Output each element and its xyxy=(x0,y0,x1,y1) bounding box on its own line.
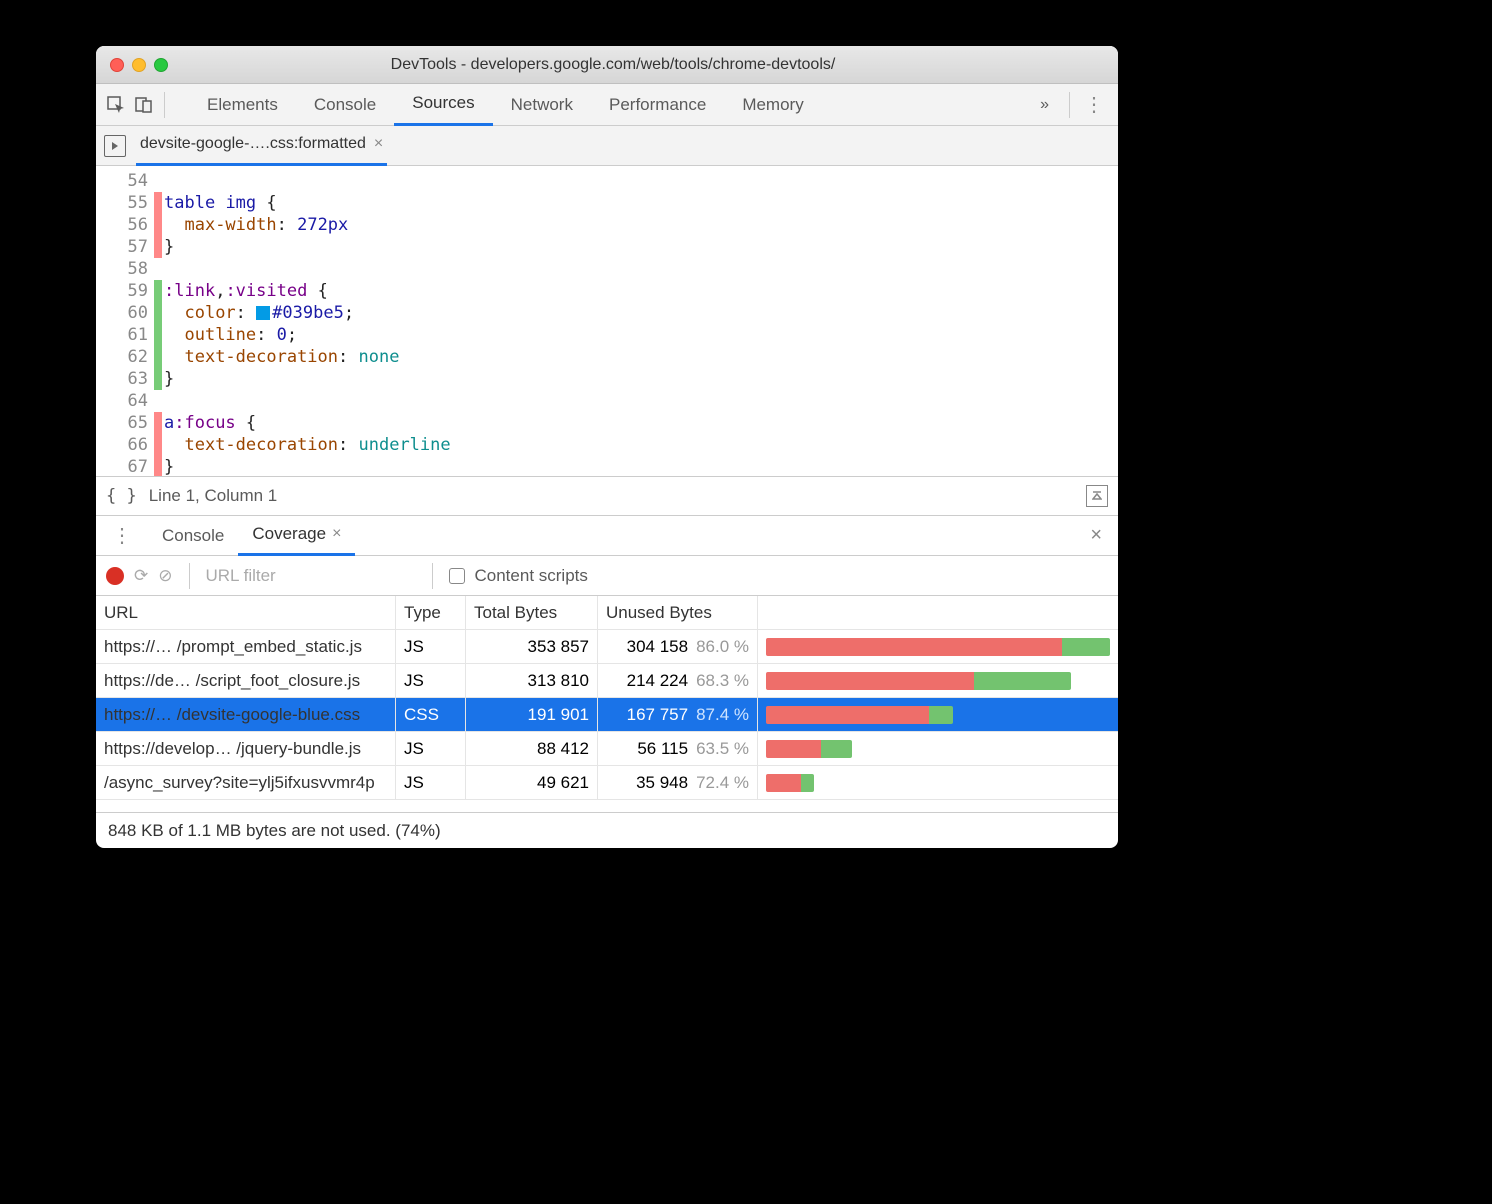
reload-icon[interactable]: ⟳ xyxy=(134,566,148,586)
close-drawer-icon[interactable]: × xyxy=(1080,524,1112,547)
tab-elements[interactable]: Elements xyxy=(189,84,296,126)
source-code[interactable]: table img { max-width: 272px} :link,:vis… xyxy=(162,166,1118,476)
cell-bar xyxy=(758,664,1118,697)
cell-type: JS xyxy=(396,766,466,799)
source-editor[interactable]: 545556575859606162636465666768 table img… xyxy=(96,166,1118,476)
window-controls xyxy=(96,58,168,72)
separator xyxy=(189,563,190,589)
more-panels-icon[interactable]: » xyxy=(1026,96,1063,114)
record-button[interactable] xyxy=(106,567,124,585)
close-tab-icon[interactable]: × xyxy=(374,135,383,153)
cell-unused: 214 22468.3 % xyxy=(598,664,758,697)
content-scripts-checkbox[interactable] xyxy=(449,568,465,584)
navigator-toggle-icon[interactable] xyxy=(104,135,126,157)
zoom-window-button[interactable] xyxy=(154,58,168,72)
content-scripts-label: Content scripts xyxy=(475,566,588,586)
cell-bar xyxy=(758,732,1118,765)
coverage-toolbar: ⟳ ⊘ URL filter Content scripts xyxy=(96,556,1118,596)
col-type[interactable]: Type xyxy=(396,596,466,629)
tab-console[interactable]: Console xyxy=(296,84,394,126)
minimize-window-button[interactable] xyxy=(132,58,146,72)
table-header: URL Type Total Bytes Unused Bytes xyxy=(96,596,1118,630)
cell-type: JS xyxy=(396,664,466,697)
device-toolbar-icon[interactable] xyxy=(130,96,158,114)
cell-url: https://… /prompt_embed_static.js xyxy=(96,630,396,663)
drawer-tab-console[interactable]: Console xyxy=(148,516,238,556)
tab-sources[interactable]: Sources xyxy=(394,84,492,126)
cell-bar xyxy=(758,630,1118,663)
main-toolbar: ElementsConsoleSourcesNetworkPerformance… xyxy=(96,84,1118,126)
cell-url: https://… /devsite-google-blue.css xyxy=(96,698,396,731)
cell-url: https://de… /script_foot_closure.js xyxy=(96,664,396,697)
table-row[interactable]: https://… /prompt_embed_static.jsJS353 8… xyxy=(96,630,1118,664)
settings-menu-icon[interactable]: ⋮ xyxy=(1076,92,1112,117)
table-row[interactable]: /async_survey?site=ylj5ifxusvvmr4pJS49 6… xyxy=(96,766,1118,800)
toggle-sidebar-icon[interactable] xyxy=(1086,485,1108,507)
cell-type: JS xyxy=(396,630,466,663)
cell-bar xyxy=(758,698,1118,731)
drawer-menu-icon[interactable]: ⋮ xyxy=(102,523,142,548)
file-tab[interactable]: devsite-google-….css:formatted × xyxy=(136,126,387,166)
cell-total: 191 901 xyxy=(466,698,598,731)
cell-url: /async_survey?site=ylj5ifxusvvmr4p xyxy=(96,766,396,799)
cell-bar xyxy=(758,766,1118,799)
cell-total: 353 857 xyxy=(466,630,598,663)
cell-url: https://develop… /jquery-bundle.js xyxy=(96,732,396,765)
coverage-table: URL Type Total Bytes Unused Bytes https:… xyxy=(96,596,1118,812)
devtools-window: DevTools - developers.google.com/web/too… xyxy=(96,46,1118,848)
coverage-gutter xyxy=(154,166,162,476)
cell-unused: 304 15886.0 % xyxy=(598,630,758,663)
cell-unused: 56 11563.5 % xyxy=(598,732,758,765)
col-total[interactable]: Total Bytes xyxy=(466,596,598,629)
table-row[interactable]: https://de… /script_foot_closure.jsJS313… xyxy=(96,664,1118,698)
line-numbers: 545556575859606162636465666768 xyxy=(96,166,154,476)
cell-total: 313 810 xyxy=(466,664,598,697)
table-row[interactable]: https://develop… /jquery-bundle.jsJS88 4… xyxy=(96,732,1118,766)
drawer-tabs: ⋮ ConsoleCoverage× × xyxy=(96,516,1118,556)
cell-total: 88 412 xyxy=(466,732,598,765)
tab-performance[interactable]: Performance xyxy=(591,84,724,126)
pretty-print-icon[interactable]: { } xyxy=(106,486,137,506)
clear-icon[interactable]: ⊘ xyxy=(158,566,172,586)
sources-file-tabs: devsite-google-….css:formatted × xyxy=(96,126,1118,166)
col-unused[interactable]: Unused Bytes xyxy=(598,596,758,629)
cell-unused: 35 94872.4 % xyxy=(598,766,758,799)
tab-network[interactable]: Network xyxy=(493,84,591,126)
cell-total: 49 621 xyxy=(466,766,598,799)
col-visualization xyxy=(758,596,1118,629)
panel-tabs: ElementsConsoleSourcesNetworkPerformance… xyxy=(189,84,1026,126)
coverage-summary: 848 KB of 1.1 MB bytes are not used. (74… xyxy=(96,812,1118,848)
separator xyxy=(1069,92,1070,118)
cell-unused: 167 75787.4 % xyxy=(598,698,758,731)
table-row[interactable]: https://… /devsite-google-blue.cssCSS191… xyxy=(96,698,1118,732)
editor-statusbar: { } Line 1, Column 1 xyxy=(96,476,1118,516)
separator xyxy=(164,92,165,118)
close-drawer-tab-icon[interactable]: × xyxy=(332,525,341,543)
titlebar: DevTools - developers.google.com/web/too… xyxy=(96,46,1118,84)
drawer-tab-coverage[interactable]: Coverage× xyxy=(238,516,355,556)
cell-type: CSS xyxy=(396,698,466,731)
close-window-button[interactable] xyxy=(110,58,124,72)
col-url[interactable]: URL xyxy=(96,596,396,629)
separator xyxy=(432,563,433,589)
url-filter-input[interactable]: URL filter xyxy=(206,566,416,586)
inspect-element-icon[interactable] xyxy=(102,96,130,114)
summary-text: 848 KB of 1.1 MB bytes are not used. (74… xyxy=(108,821,441,841)
cursor-position: Line 1, Column 1 xyxy=(149,486,278,506)
cell-type: JS xyxy=(396,732,466,765)
file-tab-label: devsite-google-….css:formatted xyxy=(140,135,366,153)
tab-memory[interactable]: Memory xyxy=(724,84,821,126)
window-title: DevTools - developers.google.com/web/too… xyxy=(168,56,1118,74)
